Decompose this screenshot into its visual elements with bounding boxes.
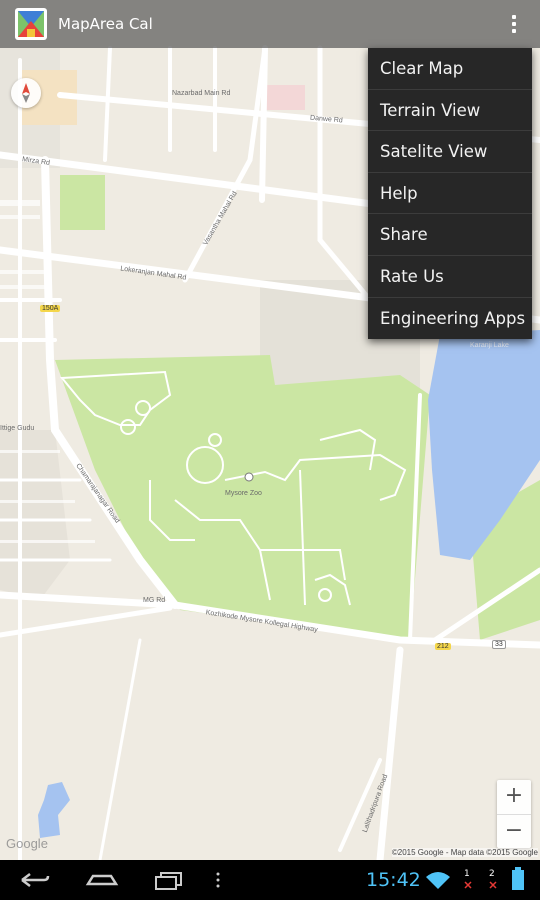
label-mysore-zoo: Mysore Zoo bbox=[225, 490, 262, 497]
zoom-controls: + − bbox=[497, 780, 531, 848]
overflow-menu: Clear Map Terrain View Satelite View Hel… bbox=[368, 48, 532, 340]
status-clock: 15:42 bbox=[366, 869, 421, 891]
overflow-menu-icon[interactable] bbox=[502, 12, 526, 36]
home-icon[interactable] bbox=[85, 868, 119, 892]
svg-text:1: 1 bbox=[464, 869, 470, 879]
map-attribution[interactable]: ©2015 Google - Map data ©2015 Google bbox=[391, 848, 538, 857]
system-nav-bar bbox=[0, 860, 540, 900]
wifi-icon bbox=[426, 872, 450, 889]
label-mg-rd: MG Rd bbox=[143, 597, 166, 604]
signal-1-icon: 1 bbox=[464, 869, 472, 889]
battery-icon bbox=[512, 867, 524, 890]
menu-dots-icon[interactable] bbox=[214, 868, 222, 892]
menu-item-rate-us[interactable]: Rate Us bbox=[368, 256, 532, 298]
menu-item-share[interactable]: Share bbox=[368, 214, 532, 256]
label-karanji: Karanji Lake bbox=[470, 342, 509, 349]
shield-150a: 150A bbox=[40, 305, 61, 312]
menu-item-clear-map[interactable]: Clear Map bbox=[368, 48, 532, 90]
zoom-in-button[interactable]: + bbox=[497, 780, 531, 814]
menu-item-terrain-view[interactable]: Terrain View bbox=[368, 90, 532, 132]
menu-item-engineering-apps[interactable]: Engineering Apps bbox=[368, 298, 532, 340]
shield-212: 212 bbox=[435, 643, 451, 650]
menu-item-help[interactable]: Help bbox=[368, 173, 532, 215]
label-nazarbad: Nazarbad Main Rd bbox=[172, 90, 231, 97]
google-logo: Google bbox=[6, 836, 48, 851]
app-title: MapArea Cal bbox=[58, 15, 153, 33]
action-bar: MapArea Cal bbox=[0, 0, 540, 48]
label-ittige-gudu: Ittige Gudu bbox=[0, 425, 35, 432]
compass-icon bbox=[22, 83, 30, 103]
zoo-marker-icon[interactable] bbox=[244, 472, 254, 482]
zoom-out-button[interactable]: − bbox=[497, 814, 531, 848]
svg-text:2: 2 bbox=[489, 869, 495, 879]
back-icon[interactable] bbox=[18, 868, 50, 892]
recent-apps-icon[interactable] bbox=[153, 868, 185, 892]
menu-item-satellite-view[interactable]: Satelite View bbox=[368, 131, 532, 173]
signal-2-icon: 2 bbox=[489, 869, 497, 889]
shield-33: 33 bbox=[492, 640, 506, 649]
compass-button[interactable] bbox=[11, 78, 41, 108]
app-logo-icon[interactable] bbox=[14, 7, 48, 41]
